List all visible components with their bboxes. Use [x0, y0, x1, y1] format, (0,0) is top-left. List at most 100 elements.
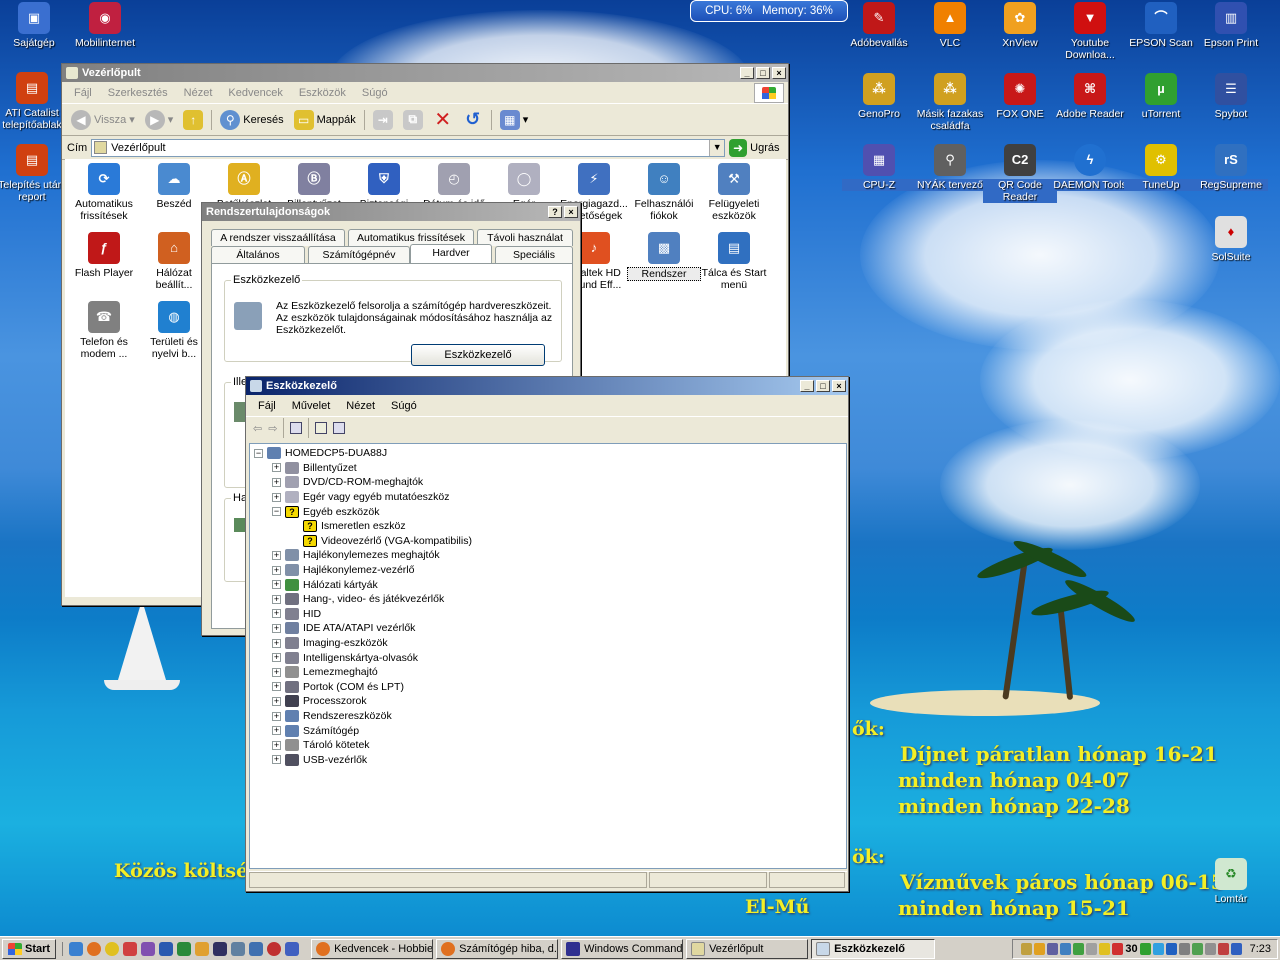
help-pane-button[interactable]: [330, 418, 348, 438]
maximize-button[interactable]: □: [756, 67, 770, 79]
desktop-icon-cpu-z[interactable]: ▦ CPU-Z: [842, 144, 916, 191]
quick-launch-app-icon[interactable]: [213, 941, 228, 956]
system-properties-titlebar[interactable]: Rendszertulajdonságok ? ×: [202, 203, 580, 221]
cp-item-ter-leti-s-nyelvi-b[interactable]: ◍ Területi és nyelvi b...: [137, 301, 211, 360]
device-tree-root[interactable]: − HOMEDCP5-DUA88J: [254, 446, 387, 461]
desktop-icon-xnview[interactable]: ✿ XnView: [983, 2, 1057, 49]
tray-icon[interactable]: [1178, 942, 1190, 955]
menu-view[interactable]: Nézet: [176, 87, 221, 99]
expand-icon[interactable]: +: [272, 638, 281, 648]
cp-item-flash-player[interactable]: ƒ Flash Player: [67, 232, 141, 279]
desktop-icon-epson-print[interactable]: ▥ Epson Print: [1194, 2, 1268, 49]
task-button-device-manager[interactable]: Eszközkezelő: [811, 938, 936, 959]
folders-button[interactable]: ▭ Mappák: [289, 108, 361, 132]
tray-counter[interactable]: 30: [1125, 943, 1137, 955]
desktop-icon-spybot[interactable]: ☰ Spybot: [1194, 73, 1268, 120]
address-input[interactable]: Vezérlőpult ▼: [91, 138, 726, 157]
desktop-icon-daemon-tools[interactable]: ϟ DAEMON Tools: [1053, 144, 1127, 191]
desktop-icon-fox-one[interactable]: ✺ FOX ONE: [983, 73, 1057, 120]
desktop-icon-install-report[interactable]: ▤ Telepítés utáni report: [0, 144, 67, 203]
tray-icon[interactable]: [1073, 942, 1085, 955]
task-button-favorites[interactable]: Kedvencek - Hobbie...: [311, 938, 434, 959]
device-manager-titlebar[interactable]: Eszközkezelő _ □ ×: [246, 377, 848, 395]
copy-to-button[interactable]: ⧉: [398, 108, 428, 132]
device-tree[interactable]: − HOMEDCP5-DUA88J + Billentyűzet + DVD/CD-ROM…: [249, 443, 847, 869]
quick-launch-excel-icon[interactable]: [177, 941, 192, 956]
cp-item-besz-d[interactable]: ☁ Beszéd: [137, 163, 211, 210]
desktop-icon-recycle-bin[interactable]: ♻ Lomtár: [1194, 858, 1268, 905]
address-dropdown-button[interactable]: ▼: [709, 139, 725, 156]
device-tree-category[interactable]: + Hajlékonylemezes meghajtók: [272, 548, 440, 563]
quick-launch-app-icon[interactable]: [195, 941, 210, 956]
close-button[interactable]: ×: [772, 67, 786, 79]
tray-icon[interactable]: [1047, 942, 1059, 955]
cp-item-h-l-zat-be-ll-t[interactable]: ⌂ Hálózat beállít...: [137, 232, 211, 291]
device-tree-category[interactable]: + Rendszereszközök: [272, 709, 392, 724]
quick-launch-word-icon[interactable]: [159, 941, 174, 956]
desktop-icon-adobevallas[interactable]: ✎ Adóbevallás: [842, 2, 916, 49]
device-manager-window[interactable]: Eszközkezelő _ □ × Fájl Művelet Nézet Sú…: [245, 376, 849, 892]
expand-icon[interactable]: +: [272, 653, 281, 663]
desktop[interactable]: ők: Díjnet páratlan hónap 16-21 minden h…: [0, 0, 1280, 936]
device-tree-category[interactable]: + Egér vagy egyéb mutatóeszköz: [272, 490, 450, 505]
quick-launch-app-icon[interactable]: [141, 941, 156, 956]
expand-icon[interactable]: +: [272, 726, 281, 736]
forward-button[interactable]: ⇨: [265, 418, 280, 438]
desktop-icon-ati-catalyst[interactable]: ▤ ATI Catalist telepítőablak: [0, 72, 67, 131]
expand-icon[interactable]: +: [272, 594, 281, 604]
cp-item-rendszer[interactable]: ▩ Rendszer: [627, 232, 701, 281]
device-tree-category[interactable]: + Tároló kötetek: [272, 738, 370, 753]
maximize-button[interactable]: □: [816, 380, 830, 392]
cp-item-automatikus-friss-t-sek[interactable]: ⟳ Automatikus frissítések: [67, 163, 141, 222]
views-button[interactable]: ▦ ▾: [495, 108, 534, 132]
desktop-icon-genopro[interactable]: ⁂ GenoPro: [842, 73, 916, 120]
expand-icon[interactable]: +: [272, 565, 281, 575]
undo-button[interactable]: ↺: [458, 108, 488, 132]
quick-launch-app-icon[interactable]: [285, 941, 300, 956]
task-button-windows-commander[interactable]: Windows Command...: [561, 938, 684, 959]
desktop-icon-family-tree[interactable]: ⁂ Másik fazakas családfa: [913, 73, 987, 132]
desktop-icon-mobile-internet[interactable]: ◉ Mobilinternet: [68, 2, 142, 49]
cp-item-t-lca-s-start-men[interactable]: ▤ Tálca és Start menü: [697, 232, 771, 291]
expand-icon[interactable]: +: [272, 682, 281, 692]
cp-item-felhaszn-l-i-fi-kok[interactable]: ☺ Felhasználói fiókok: [627, 163, 701, 222]
tab-system-restore[interactable]: A rendszer visszaállítása: [211, 229, 345, 246]
help-button[interactable]: ?: [548, 206, 562, 218]
expand-icon[interactable]: +: [272, 463, 281, 473]
start-button[interactable]: Start: [2, 938, 57, 959]
device-tree-child[interactable]: ? Ismeretlen eszköz: [290, 519, 406, 534]
quick-launch-media-icon[interactable]: [105, 941, 120, 956]
collapse-icon[interactable]: −: [272, 507, 281, 517]
desktop-icon-solsuite[interactable]: ♦ SolSuite: [1194, 216, 1268, 263]
quick-launch-app-icon[interactable]: [123, 941, 138, 956]
task-button-control-panel[interactable]: Vezérlőpult: [686, 938, 809, 959]
quick-launch-app-icon[interactable]: [267, 941, 282, 956]
expand-icon[interactable]: +: [272, 609, 281, 619]
tab-remote[interactable]: Távoli használat: [477, 229, 573, 246]
control-panel-titlebar[interactable]: Vezérlőpult _ □ ×: [62, 64, 788, 82]
quick-launch-ie-icon[interactable]: [69, 941, 84, 956]
tray-icon[interactable]: [1021, 942, 1033, 955]
menu-action[interactable]: Művelet: [284, 400, 339, 412]
desktop-icon-utorrent[interactable]: µ uTorrent: [1124, 73, 1198, 120]
device-tree-category[interactable]: + Hang-, video- és játékvezérlők: [272, 592, 444, 607]
tab-computer-name[interactable]: Számítógépnév: [308, 246, 410, 263]
desktop-icon-adobe-reader[interactable]: ⌘ Adobe Reader: [1053, 73, 1127, 120]
up-folder-button[interactable]: ↑: [178, 108, 208, 132]
tray-icon[interactable]: [1139, 942, 1151, 955]
device-tree-category[interactable]: + IDE ATA/ATAPI vezérlők: [272, 621, 415, 636]
device-tree-category[interactable]: −? Egyéb eszközök: [272, 504, 379, 519]
device-tree-child[interactable]: ? Videovezérlő (VGA-kompatibilis): [290, 534, 472, 549]
go-button[interactable]: ➜ Ugrás: [729, 138, 780, 157]
tray-icon[interactable]: [1191, 942, 1203, 955]
minimize-button[interactable]: _: [800, 380, 814, 392]
expand-icon[interactable]: +: [272, 477, 281, 487]
tray-icon[interactable]: [1217, 942, 1229, 955]
device-tree-category[interactable]: + Imaging-eszközök: [272, 636, 388, 651]
desktop-icon-nyak-tervezo[interactable]: ⚲ NYÁK tervező: [913, 144, 987, 191]
desktop-icon-my-computer[interactable]: ▣ Sajátgép: [0, 2, 71, 49]
expand-icon[interactable]: +: [272, 492, 281, 502]
quick-launch-app-icon[interactable]: [249, 941, 264, 956]
device-manager-button[interactable]: Eszközkezelő: [411, 344, 545, 366]
cp-item-fel-gyeleti-eszk-z-k[interactable]: ⚒ Felügyeleti eszközök: [697, 163, 771, 222]
